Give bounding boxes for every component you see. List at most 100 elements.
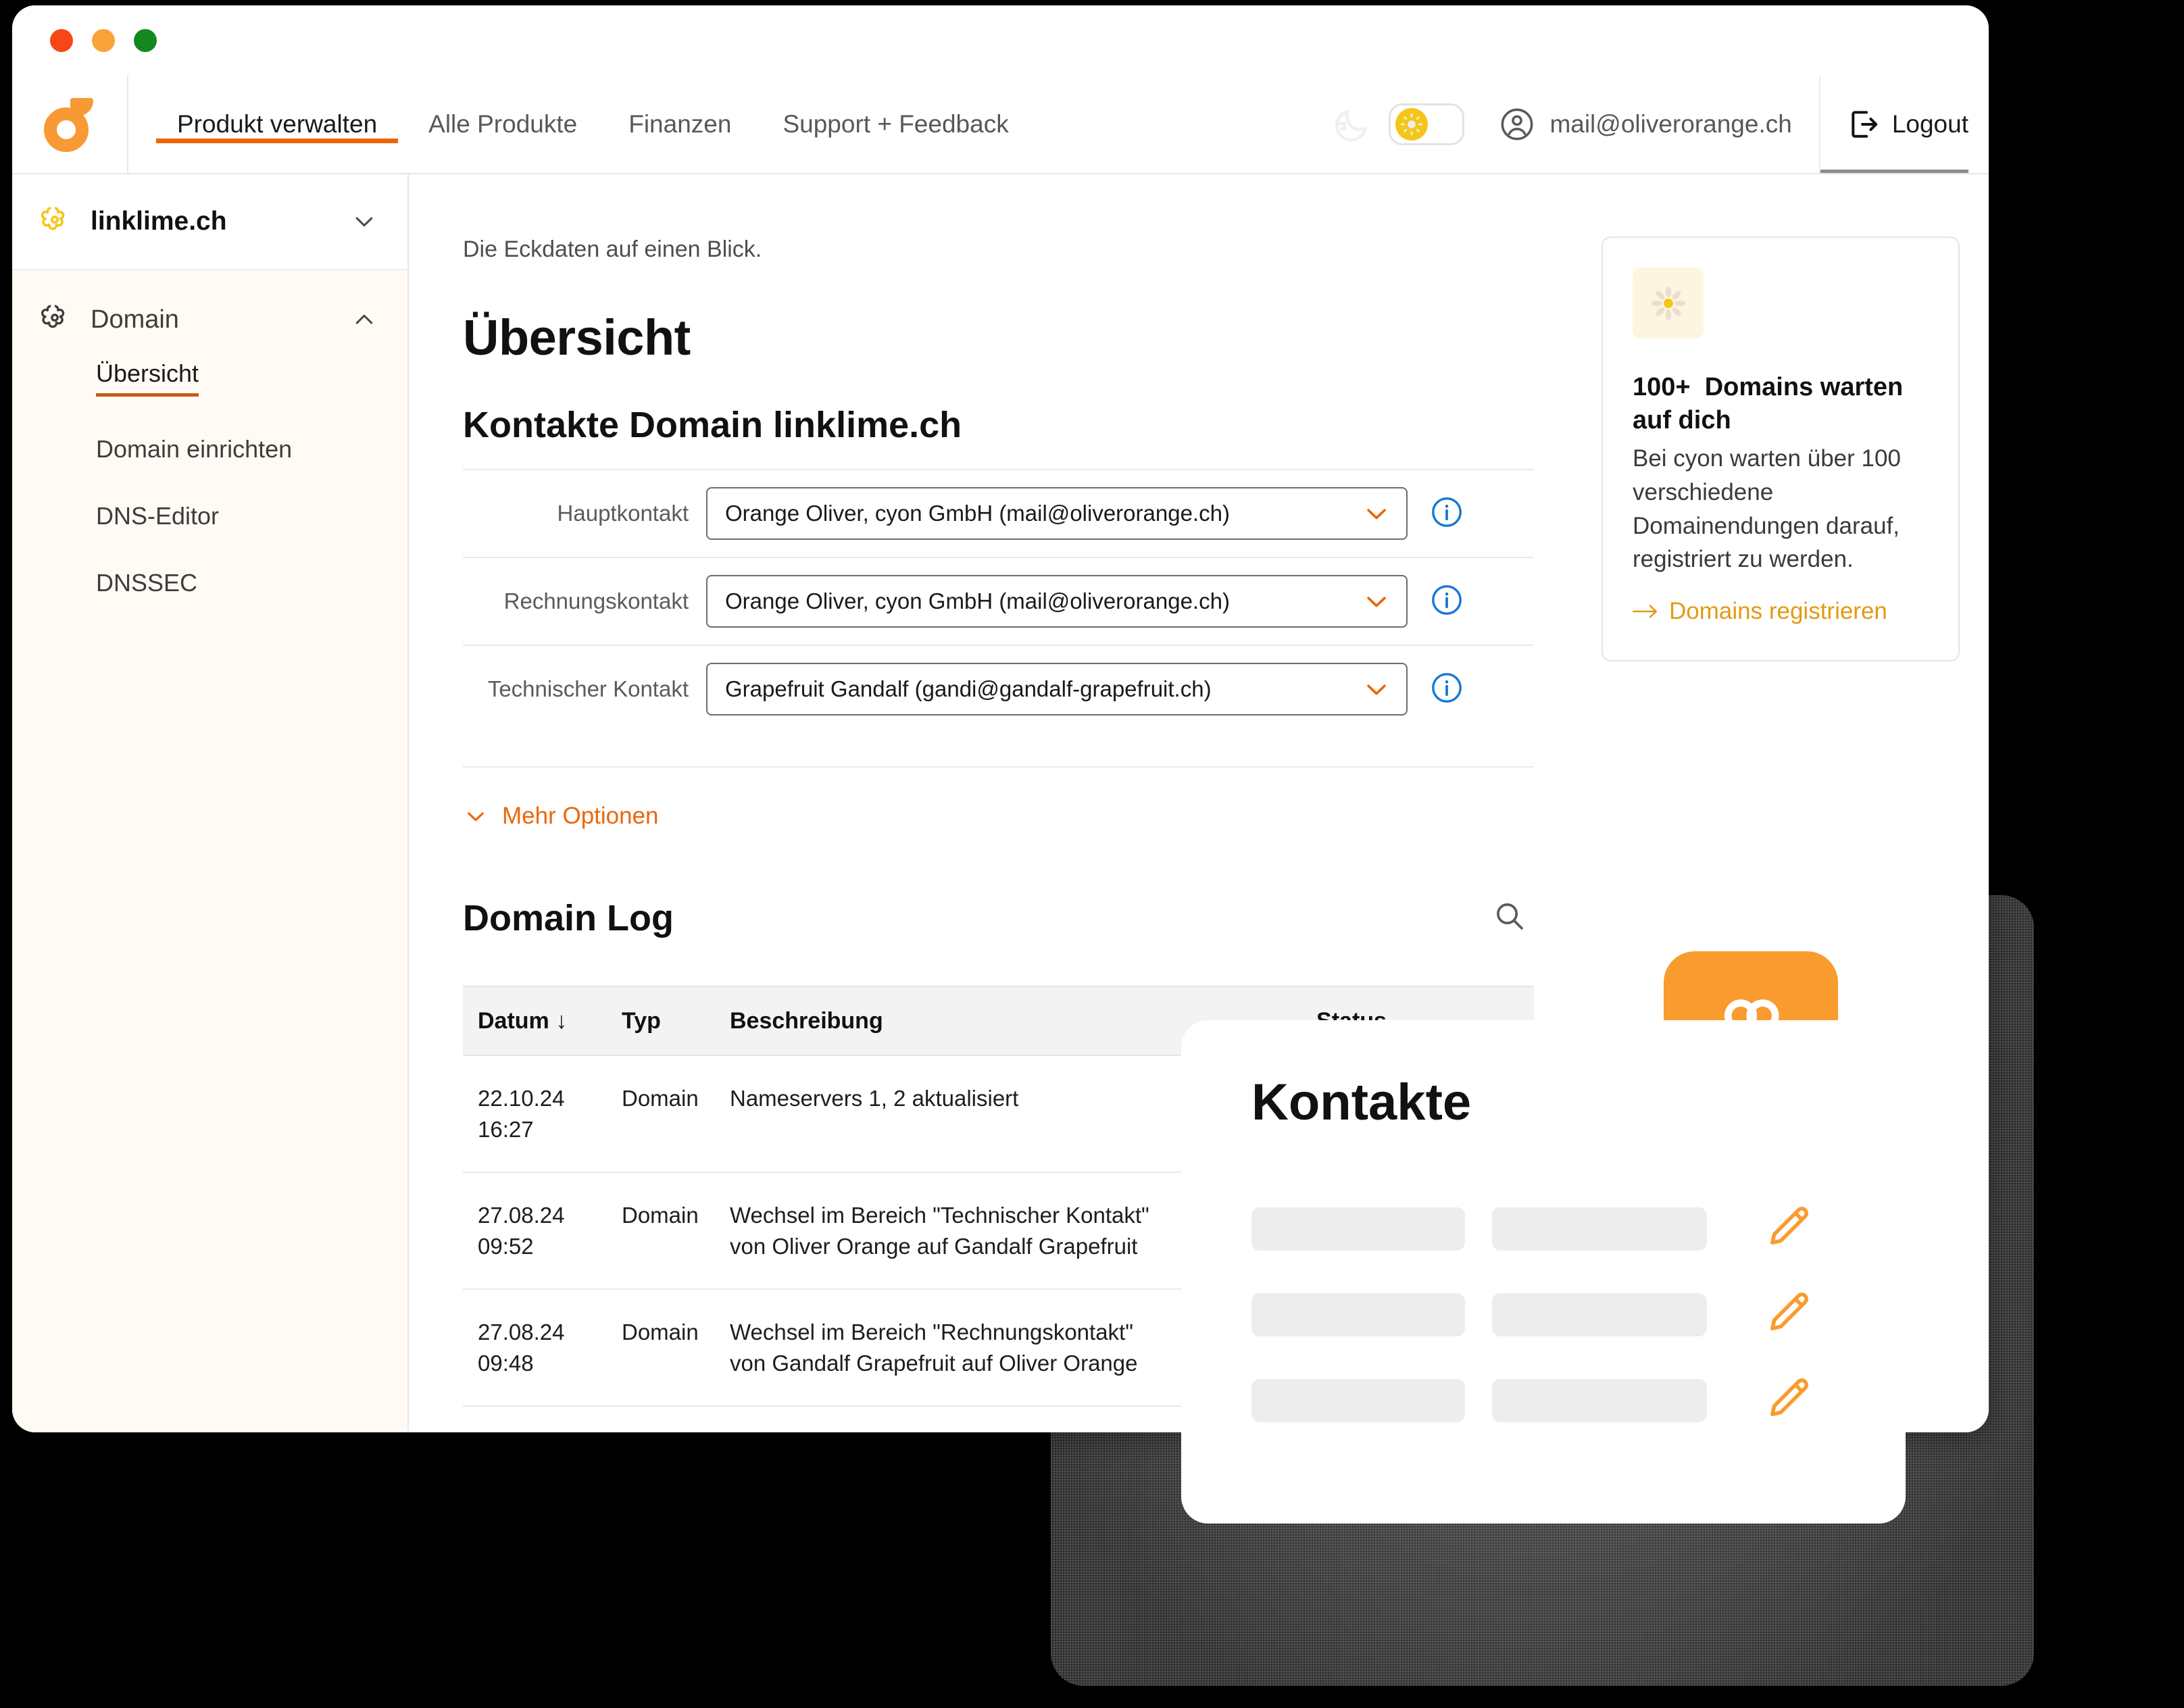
theme-toggle[interactable] xyxy=(1389,103,1465,145)
select-value: Grapefruit Gandalf (gandi@gandalf-grapef… xyxy=(725,676,1212,701)
window-close-button[interactable] xyxy=(50,29,73,52)
pencil-icon[interactable] xyxy=(1765,1375,1812,1426)
promo-card[interactable]: 100+ Domains warten auf dich Bei cyon wa… xyxy=(1602,236,1960,661)
sidebar-item-dnssec[interactable]: DNSSEC xyxy=(96,569,197,597)
user-circle-icon xyxy=(1502,108,1533,141)
nav-item-finanzen[interactable]: Finanzen xyxy=(603,76,757,173)
cell-typ: Domain xyxy=(622,1086,699,1111)
search-icon[interactable] xyxy=(1485,892,1534,944)
page-title: Übersicht xyxy=(463,309,691,366)
nav-item-produkt-verwalten[interactable]: Produkt verwalten xyxy=(151,76,403,173)
daisy-icon xyxy=(1633,268,1704,338)
nav-label: Produkt verwalten xyxy=(177,110,378,138)
rechnungskontakt-select[interactable]: Orange Oliver, cyon GmbH (mail@oliverora… xyxy=(706,575,1408,628)
cell-typ: Domain xyxy=(622,1203,699,1228)
placeholder-bar xyxy=(1492,1292,1707,1336)
column-header-beschreibung: Beschreibung xyxy=(730,1007,883,1034)
more-options-toggle[interactable]: Mehr Optionen xyxy=(463,766,1534,830)
contact-row-technischer-kontakt: Technischer Kontakt Grapefruit Gandalf (… xyxy=(463,645,1534,732)
flower-outline-icon xyxy=(41,305,65,328)
placeholder-bar xyxy=(1251,1378,1465,1422)
contacts-overlay-card: Kontakte xyxy=(1181,1020,1906,1524)
contact-label: Technischer Kontakt xyxy=(487,676,689,701)
contacts-table: Hauptkontakt Orange Oliver, cyon GmbH (m… xyxy=(463,469,1534,732)
technischer-kontakt-info-icon[interactable] xyxy=(1431,672,1463,707)
window-maximize-button[interactable] xyxy=(134,29,157,52)
cell-beschreibung: Wechsel im Bereich "Technischer Kontakt"… xyxy=(730,1203,1149,1259)
chevron-down-icon xyxy=(468,812,484,822)
contact-row-rechnungskontakt: Rechnungskontakt Orange Oliver, cyon Gmb… xyxy=(463,557,1534,645)
sidebar-item-dns-editor[interactable]: DNS-Editor xyxy=(96,502,219,530)
nav-item-alle-produkte[interactable]: Alle Produkte xyxy=(403,76,603,173)
rechnungskontakt-info-icon[interactable] xyxy=(1431,584,1463,620)
window-titlebar xyxy=(12,5,1989,76)
cell-datum: 27.08.24 09:48 xyxy=(478,1320,565,1376)
user-account-button[interactable]: mail@oliverorange.ch xyxy=(1494,76,1820,173)
chevron-down-icon xyxy=(1367,509,1386,520)
column-header-typ: Typ xyxy=(622,1007,661,1034)
promo-register-link[interactable]: Domains registrieren xyxy=(1633,598,1929,625)
flower-icon xyxy=(41,207,65,230)
contact-row-hauptkontakt: Hauptkontakt Orange Oliver, cyon GmbH (m… xyxy=(463,469,1534,557)
chevron-down-icon xyxy=(355,217,373,227)
overlay-contact-row xyxy=(1251,1375,1847,1426)
placeholder-bar xyxy=(1251,1207,1465,1251)
window-minimize-button[interactable] xyxy=(92,29,115,52)
sidebar-item-uebersicht[interactable]: Übersicht xyxy=(96,359,199,397)
column-header-datum[interactable]: Datum ↓ xyxy=(463,1008,622,1034)
site-switcher[interactable]: linklime.ch xyxy=(12,174,407,270)
app-header: Produkt verwalten Alle Produkte Finanzen… xyxy=(12,76,1989,174)
logout-button[interactable]: Logout xyxy=(1820,76,1969,173)
sidebar-item-domain-einrichten[interactable]: Domain einrichten xyxy=(96,435,292,463)
domain-log-title: Domain Log xyxy=(463,897,674,938)
nav-label: Finanzen xyxy=(628,110,732,138)
site-name: linklime.ch xyxy=(91,207,227,236)
sidebar: linklime.ch Domain Übersicht Domain einr… xyxy=(12,174,407,1432)
cyon-logo-icon xyxy=(44,97,95,152)
chevron-down-icon xyxy=(1367,684,1386,695)
hauptkontakt-select[interactable]: Orange Oliver, cyon GmbH (mail@oliverora… xyxy=(706,487,1408,540)
select-value: Orange Oliver, cyon GmbH (mail@oliverora… xyxy=(725,588,1230,613)
placeholder-bar xyxy=(1492,1207,1707,1251)
select-value: Orange Oliver, cyon GmbH (mail@oliverora… xyxy=(725,501,1230,526)
contacts-heading: Kontakte Domain linklime.ch xyxy=(463,405,962,445)
brand-logo[interactable] xyxy=(12,76,128,173)
sun-icon xyxy=(1395,108,1429,141)
sidebar-group-domain[interactable]: Domain xyxy=(12,270,407,336)
screenshot-stage: Produkt verwalten Alle Produkte Finanzen… xyxy=(0,0,2184,1708)
placeholder-bar xyxy=(1251,1292,1465,1336)
promo-body: Bei cyon warten über 100 verschiedene Do… xyxy=(1633,445,1901,573)
logout-label: Logout xyxy=(1891,110,1968,138)
technischer-kontakt-select[interactable]: Grapefruit Gandalf (gandi@gandalf-grapef… xyxy=(706,663,1408,715)
moon-icon[interactable] xyxy=(1329,103,1372,146)
domain-log-header: Domain Log xyxy=(463,892,1534,944)
sidebar-submenu: Übersicht Domain einrichten DNS-Editor D… xyxy=(12,336,407,636)
promo-title: 100+ Domains warten auf dich xyxy=(1633,371,1929,436)
header-actions: mail@oliverorange.ch Logout xyxy=(1329,76,1989,173)
contact-label: Hauptkontakt xyxy=(557,501,689,526)
chevron-up-icon xyxy=(355,314,373,324)
placeholder-bar xyxy=(1492,1378,1707,1422)
promo-title-prefix: 100+ xyxy=(1633,373,1691,401)
user-email: mail@oliverorange.ch xyxy=(1549,110,1792,138)
pencil-icon[interactable] xyxy=(1765,1289,1812,1340)
nav-label: Support + Feedback xyxy=(783,110,1009,138)
promo-link-label: Domains registrieren xyxy=(1669,598,1887,624)
cell-datum: 27.08.24 09:52 xyxy=(478,1203,565,1259)
logout-icon xyxy=(1852,111,1878,138)
cell-datum: 22.10.24 16:27 xyxy=(478,1086,565,1142)
page-eyebrow: Die Eckdaten auf einen Blick. xyxy=(463,236,762,262)
more-options-label: Mehr Optionen xyxy=(502,803,659,829)
contact-label: Rechnungskontakt xyxy=(503,588,689,613)
sidebar-group-label: Domain xyxy=(91,305,179,334)
pencil-icon[interactable] xyxy=(1765,1203,1812,1254)
overlay-contact-row xyxy=(1251,1203,1847,1254)
main-nav: Produkt verwalten Alle Produkte Finanzen… xyxy=(128,76,1329,173)
overlay-title: Kontakte xyxy=(1251,1074,1472,1131)
chevron-down-icon xyxy=(1367,597,1386,607)
nav-item-support-feedback[interactable]: Support + Feedback xyxy=(757,76,1034,173)
overlay-contact-row xyxy=(1251,1289,1847,1340)
cell-beschreibung: Nameservers 1, 2 aktualisiert xyxy=(730,1086,1019,1111)
hauptkontakt-info-icon[interactable] xyxy=(1431,496,1463,532)
cell-typ: Domain xyxy=(622,1320,699,1345)
